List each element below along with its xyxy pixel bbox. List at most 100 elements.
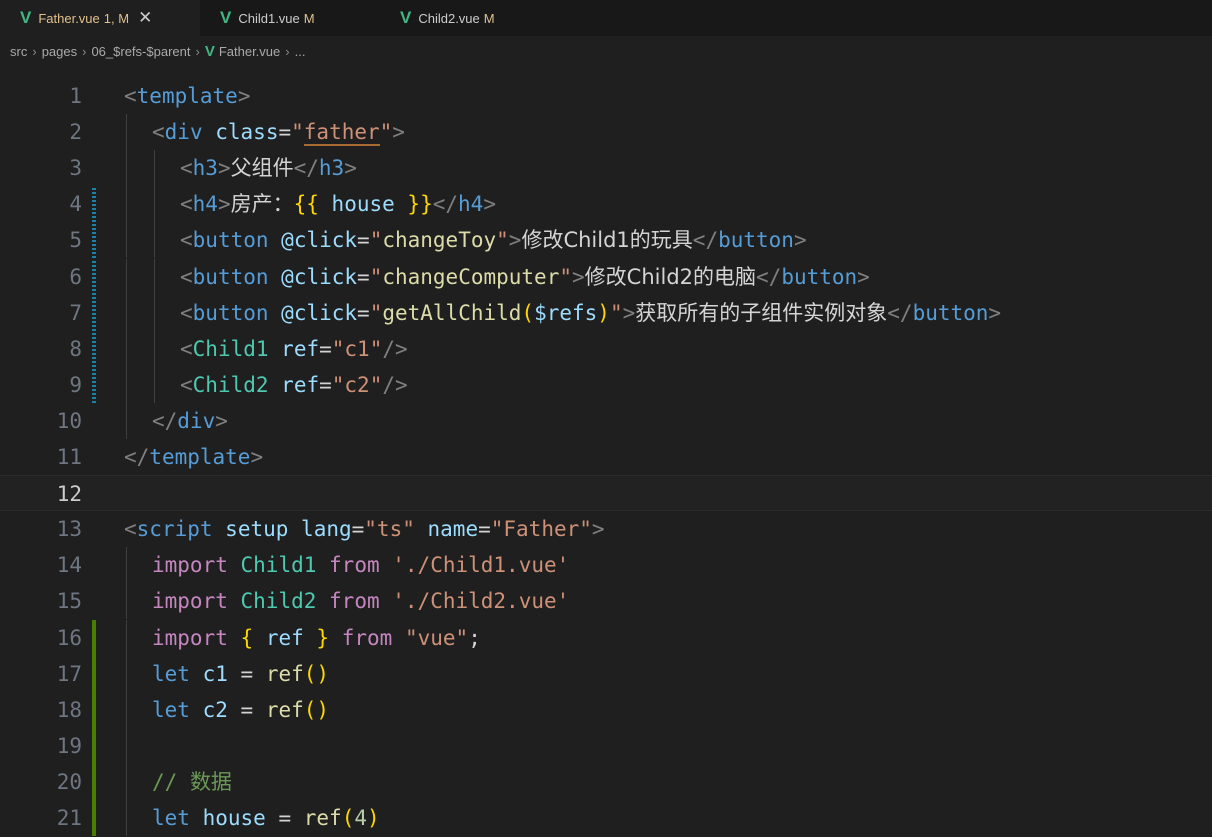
code-token: </ (432, 192, 459, 216)
code-token: changeComputer (382, 265, 560, 289)
code-line[interactable]: 17 let c1 = ref() (0, 656, 1212, 692)
code-token: 4 (354, 806, 367, 830)
code-token: < (124, 84, 137, 108)
code-line[interactable]: 12 (0, 475, 1212, 511)
code-token: > (857, 265, 870, 289)
code-line[interactable]: 1 <template> (0, 78, 1212, 114)
code-token: </ (756, 265, 782, 289)
code-line[interactable]: 11 </template> (0, 439, 1212, 475)
code-token: = (278, 120, 292, 144)
line-number: 14 (56, 553, 82, 577)
code-token: @click (281, 228, 358, 252)
code-token: script (136, 517, 213, 541)
code-token: > (988, 301, 1002, 325)
code-token: house (202, 806, 266, 830)
code-text: <h3>父组件</h3> (180, 150, 357, 186)
code-line[interactable]: 14 import Child1 from './Child1.vue' (0, 547, 1212, 583)
code-line[interactable]: 7 <button @click="getAllChild($refs)">获取所… (0, 295, 1212, 331)
close-icon[interactable]: ✕ (138, 8, 152, 28)
code-token: let (152, 698, 190, 722)
code-line[interactable]: 18 let c2 = ref() (0, 692, 1212, 728)
code-token: " (496, 228, 509, 252)
breadcrumb-segment[interactable]: pages (42, 44, 77, 59)
vue-logo-icon: V (204, 42, 215, 60)
tab-bar: V Father.vue 1, M ✕ V Child1.vue M V Child2.vue M (0, 0, 1212, 36)
code-line[interactable]: 2 <div class="father"> (0, 114, 1212, 150)
code-text: <Child1 ref="c1"/> (180, 331, 408, 367)
code-token: "Father" (490, 517, 592, 541)
indent-guide (126, 259, 127, 295)
breadcrumb-segment[interactable]: ... (295, 44, 306, 59)
code-token: from (329, 553, 380, 577)
code-token: = (319, 337, 332, 361)
gutter-modified-marker (92, 295, 96, 331)
code-token: template (136, 84, 238, 108)
code-line[interactable]: 9 <Child2 ref="c2"/> (0, 367, 1212, 403)
gutter-modified-marker (92, 186, 96, 222)
indent-guide (154, 222, 155, 258)
code-token: </ (152, 409, 178, 433)
gutter-added-marker (92, 800, 96, 836)
line-number: 19 (56, 734, 82, 758)
code-token: </ (293, 156, 319, 180)
code-line[interactable]: 15 import Child2 from './Child2.vue' (0, 583, 1212, 619)
line-number: 10 (56, 409, 82, 433)
code-line[interactable]: 3 <h3>父组件</h3> (0, 150, 1212, 186)
code-token: = (265, 806, 304, 830)
indent-guide (126, 656, 127, 692)
code-token: h4 (458, 192, 484, 216)
code-token: h4 (192, 192, 218, 216)
code-line[interactable]: 13 <script setup lang="ts" name="Father"> (0, 511, 1212, 547)
code-editor[interactable]: 1 <template> 2 <div class="father"> 3 <h3>父组件… (0, 78, 1212, 837)
code-token: ) (367, 806, 380, 830)
code-line[interactable]: 4 <h4>房产：{{ house }}</h4> (0, 186, 1212, 222)
code-text: </template> (124, 439, 263, 475)
code-line[interactable]: 16 import { ref } from "vue"; (0, 620, 1212, 656)
indent-guide (154, 259, 155, 295)
code-token: = (227, 698, 266, 722)
code-text: <button @click="getAllChild($refs)">获取所有… (180, 295, 1001, 331)
gutter-added-marker (92, 692, 96, 728)
code-token: < (180, 337, 193, 361)
code-line[interactable]: 8 <Child1 ref="c1"/> (0, 331, 1212, 367)
tab-father-vue[interactable]: V Father.vue 1, M ✕ (0, 0, 200, 36)
indent-guide (126, 150, 127, 186)
code-token: " (291, 120, 304, 144)
line-number: 18 (56, 698, 82, 722)
code-text: <div class="father"> (152, 114, 405, 150)
tab-child1-vue[interactable]: V Child1.vue M (200, 0, 380, 36)
tab-child2-vue[interactable]: V Child2.vue M (380, 0, 560, 36)
code-line[interactable]: 20 // 数据 (0, 764, 1212, 800)
code-token: ( (341, 806, 355, 830)
tab-status-badge: M (483, 10, 495, 26)
code-token: import (152, 589, 228, 613)
code-token: ( (521, 301, 535, 325)
code-line[interactable]: 19 (0, 728, 1212, 764)
code-line[interactable]: 10 </div> (0, 403, 1212, 439)
breadcrumb-segment[interactable]: Father.vue (219, 44, 280, 59)
code-token: < (152, 120, 165, 144)
code-line[interactable]: 5 <button @click="changeToy">修改Child1的玩具<… (0, 222, 1212, 258)
vue-logo-icon: V (400, 8, 412, 27)
code-line[interactable]: 21 let house = ref(4) (0, 800, 1212, 836)
line-number: 16 (56, 626, 82, 650)
code-line[interactable]: 6 <button @click="changeComputer">修改Child… (0, 259, 1212, 295)
code-text: </div> (152, 403, 228, 439)
code-token: 获取所有的子组件实例对象 (635, 301, 888, 325)
breadcrumb-segment[interactable]: src (10, 44, 27, 59)
code-text: import Child2 from './Child2.vue' (152, 583, 569, 619)
code-token: import (152, 626, 228, 650)
chevron-right-icon: › (195, 43, 200, 59)
breadcrumb-segment[interactable]: 06_$refs-$parent (91, 44, 190, 59)
line-number: 12 (56, 482, 82, 506)
